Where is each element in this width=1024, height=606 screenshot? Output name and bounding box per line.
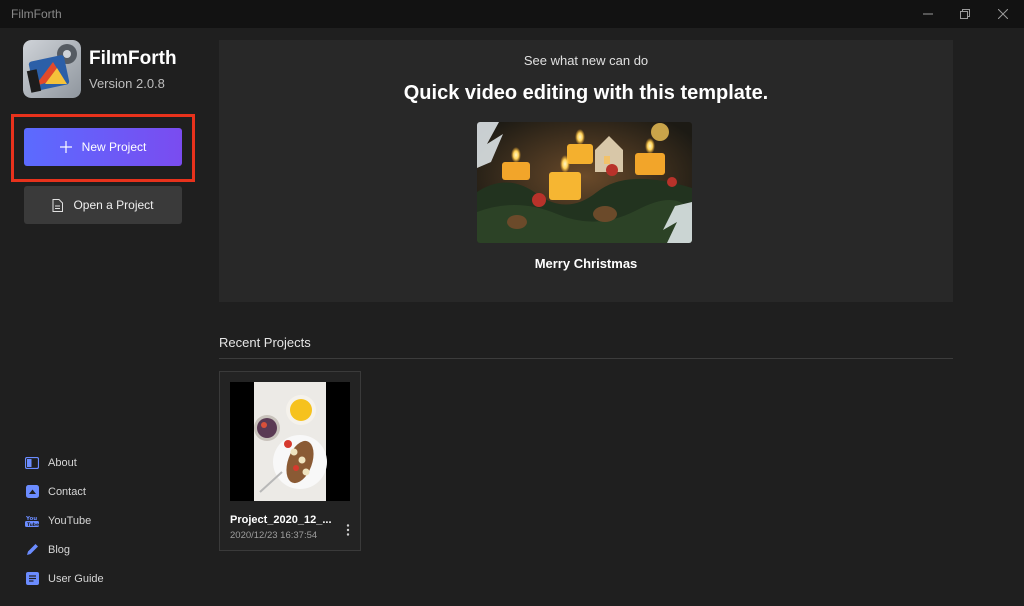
- new-project-label: New Project: [81, 140, 147, 154]
- close-icon: [998, 9, 1008, 19]
- sidebar-item-label: About: [48, 456, 77, 469]
- sidebar-item-youtube[interactable]: You Tube YouTube: [25, 506, 104, 535]
- sidebar-item-label: Blog: [48, 543, 71, 556]
- project-date: 2020/12/23 16:37:54: [230, 530, 318, 541]
- contact-icon: [25, 485, 39, 499]
- file-icon: [52, 198, 64, 212]
- title-bar: FilmForth: [0, 0, 1024, 28]
- open-project-button[interactable]: Open a Project: [24, 186, 182, 224]
- minimize-button[interactable]: [910, 0, 946, 28]
- svg-text:Tube: Tube: [27, 522, 39, 527]
- app-logo: [23, 40, 81, 98]
- sidebar-item-label: Contact: [48, 485, 86, 498]
- project-card[interactable]: Project_2020_12_... 2020/12/23 16:37:54: [219, 371, 361, 551]
- restore-icon: [960, 9, 970, 19]
- banner-eyebrow: See what new can do: [523, 53, 649, 68]
- youtube-icon: You Tube: [25, 514, 39, 528]
- sidebar-item-label: YouTube: [48, 514, 92, 527]
- sidebar-links: About Contact You Tube YouTube Blog User …: [25, 448, 104, 593]
- template-caption: Merry Christmas: [534, 256, 638, 271]
- open-project-label: Open a Project: [73, 198, 154, 212]
- banner-headline: Quick video editing with this template.: [403, 82, 769, 104]
- new-project-button[interactable]: New Project: [24, 128, 182, 166]
- sidebar-item-about[interactable]: About: [25, 448, 104, 477]
- app-version: Version 2.0.8: [89, 76, 165, 91]
- plus-icon: [59, 141, 72, 153]
- app-name: FilmForth: [89, 48, 177, 69]
- pencil-icon: [25, 543, 39, 557]
- minimize-icon: [923, 13, 933, 15]
- divider: [219, 358, 953, 359]
- project-name: Project_2020_12_...: [230, 514, 332, 526]
- document-icon: [25, 572, 39, 586]
- project-thumbnail: [230, 382, 350, 501]
- sidebar-item-user-guide[interactable]: User Guide: [25, 564, 104, 593]
- project-more-button[interactable]: [342, 522, 354, 538]
- close-button[interactable]: [985, 0, 1021, 28]
- template-thumbnail[interactable]: [477, 122, 692, 243]
- sidebar-item-contact[interactable]: Contact: [25, 477, 104, 506]
- recent-projects-title: Recent Projects: [219, 335, 311, 350]
- window-title: FilmForth: [11, 7, 62, 21]
- template-banner: See what new can do Quick video editing …: [219, 40, 953, 302]
- book-icon: [25, 456, 39, 470]
- restore-button[interactable]: [947, 0, 983, 28]
- sidebar-item-blog[interactable]: Blog: [25, 535, 104, 564]
- sidebar-item-label: User Guide: [48, 572, 104, 585]
- more-vertical-icon: [346, 524, 350, 536]
